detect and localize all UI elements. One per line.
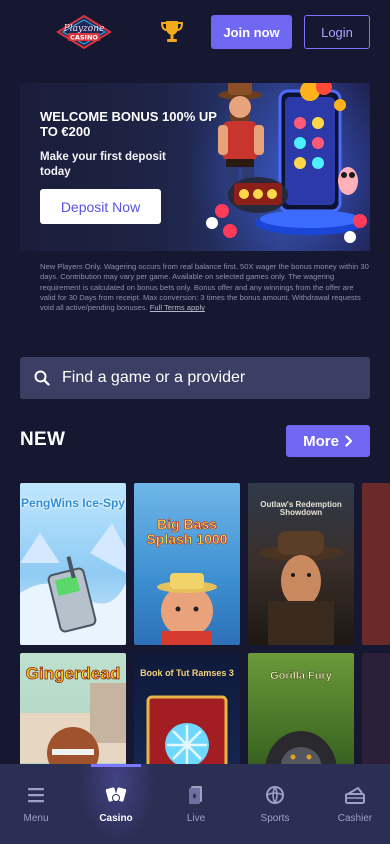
game-title: Big Bass Splash 1000: [146, 516, 228, 547]
nav-item-menu[interactable]: Menu: [0, 764, 75, 844]
login-button[interactable]: Login: [304, 15, 370, 49]
trophy-icon[interactable]: [160, 19, 184, 45]
casino-cards-icon: [105, 787, 127, 802]
nav-item-cashier[interactable]: Cashier: [316, 764, 390, 844]
menu-icon: [28, 788, 44, 803]
bottom-navigation: Menu Casino Live Sports Cashier: [0, 764, 390, 844]
chevron-right-icon: [345, 435, 353, 447]
nav-label-cashier: Cashier: [337, 813, 373, 824]
nav-label-casino: Casino: [99, 813, 133, 824]
game-tile-partial[interactable]: [362, 483, 390, 645]
deposit-now-button[interactable]: Deposit Now: [40, 189, 161, 224]
game-title: Outlaw's Redemption Showdown: [260, 500, 342, 518]
nav-label-menu: Menu: [23, 813, 49, 824]
svg-text:Playzone: Playzone: [63, 24, 105, 34]
bonus-terms: New Players Only. Wagering occurs from r…: [40, 262, 370, 313]
bonus-subtitle: Make your first deposit today: [40, 151, 166, 178]
sports-ball-icon: [266, 786, 284, 804]
full-terms-link[interactable]: Full Terms apply: [150, 303, 205, 312]
banner-illustration: [200, 83, 370, 251]
header: Playzone CASINO Join now Login: [0, 0, 390, 64]
casino-logo[interactable]: Playzone CASINO: [56, 14, 112, 50]
more-button[interactable]: More: [286, 425, 370, 457]
game-tile[interactable]: Big Bass Splash 1000: [134, 483, 240, 645]
nav-item-sports[interactable]: Sports: [236, 764, 314, 844]
nav-label-live: Live: [186, 813, 206, 824]
svg-text:CASINO: CASINO: [70, 34, 98, 42]
game-title: PengWins Ice-Spy: [21, 496, 125, 510]
join-now-button[interactable]: Join now: [211, 15, 292, 49]
nav-item-live[interactable]: Live: [157, 764, 235, 844]
game-title: Gingerdead: [25, 664, 121, 683]
game-title: Book of Tut Ramses 3: [140, 668, 234, 678]
new-section-title: NEW: [20, 429, 66, 450]
nav-label-sports: Sports: [260, 813, 290, 824]
game-art: [157, 573, 217, 645]
cashier-icon: [345, 786, 365, 804]
search-input[interactable]: [62, 357, 362, 399]
search-icon: [34, 370, 50, 386]
bonus-title: WELCOME BONUS 100% UP TO €200: [40, 109, 217, 139]
welcome-bonus-banner[interactable]: WELCOME BONUS 100% UP TO €200 Make your …: [20, 83, 370, 251]
more-label: More: [303, 432, 339, 450]
nav-item-casino[interactable]: Casino: [77, 764, 155, 844]
game-tile[interactable]: PengWins Ice-Spy: [20, 483, 126, 645]
live-cards-icon: [189, 786, 202, 804]
game-search-bar[interactable]: [20, 357, 370, 399]
game-title: Gorilla Fury: [270, 670, 332, 682]
game-tile[interactable]: Outlaw's Redemption Showdown: [248, 483, 354, 645]
